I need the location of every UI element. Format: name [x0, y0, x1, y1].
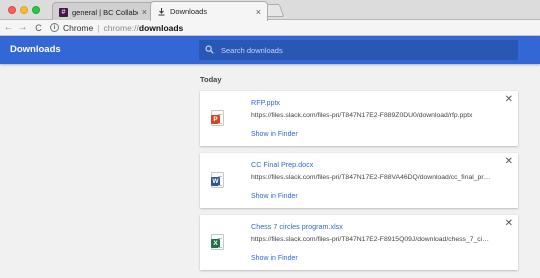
zoom-window-button[interactable]	[32, 6, 40, 14]
search-input[interactable]	[221, 45, 501, 55]
remove-download-icon[interactable]: ✕	[505, 156, 513, 167]
date-section-label: Today	[200, 75, 222, 84]
file-url: https://files.slack.com/files-pri/T847N1…	[251, 236, 491, 243]
tab-title: Downloads	[170, 7, 208, 16]
page-info-icon[interactable]: i	[50, 23, 59, 32]
search-icon	[205, 44, 219, 56]
minimize-window-button[interactable]	[20, 6, 28, 14]
close-icon[interactable]: ×	[256, 7, 261, 17]
excel-file-icon: X	[211, 234, 224, 250]
url-scheme: chrome://	[103, 22, 139, 33]
download-card: X Chess 7 circles program.xlsx https://f…	[200, 215, 518, 270]
tab-title: general | BC Collaborative Cor	[72, 7, 138, 17]
forward-arrow-icon[interactable]: →	[17, 22, 28, 33]
file-url: https://files.slack.com/files-pri/T847N1…	[251, 174, 491, 181]
tab-downloads[interactable]: Downloads ×	[150, 1, 268, 21]
browser-toolbar: ← → C i Chrome | chrome:// downloads	[0, 20, 540, 36]
file-name-link[interactable]: CC Final Prep.docx	[251, 160, 313, 169]
close-icon[interactable]: ×	[142, 7, 147, 17]
address-bar[interactable]: i Chrome | chrome:// downloads	[50, 23, 183, 33]
tab-slack-general[interactable]: # general | BC Collaborative Cor ×	[52, 2, 154, 21]
file-url: https://files.slack.com/files-pri/T847N1…	[251, 112, 473, 119]
downloads-header: Downloads	[0, 36, 540, 64]
slack-icon: #	[59, 7, 68, 17]
show-in-finder-link[interactable]: Show in Finder	[251, 193, 298, 200]
remove-download-icon[interactable]: ✕	[505, 218, 513, 229]
back-arrow-icon[interactable]: ←	[3, 22, 14, 33]
tab-strip: # general | BC Collaborative Cor × Downl…	[0, 0, 540, 21]
show-in-finder-link[interactable]: Show in Finder	[251, 131, 298, 138]
origin-chip: Chrome	[63, 22, 94, 33]
remove-download-icon[interactable]: ✕	[505, 94, 513, 105]
download-card: P RFP.pptx https://files.slack.com/files…	[200, 91, 518, 146]
close-window-button[interactable]	[8, 6, 16, 14]
url-host: downloads	[138, 22, 184, 33]
separator: |	[97, 22, 100, 33]
word-file-icon: W	[211, 172, 224, 188]
search-box[interactable]	[199, 40, 518, 60]
file-name-link[interactable]: Chess 7 circles program.xlsx	[251, 222, 343, 231]
page-title: Downloads	[10, 44, 61, 55]
download-icon	[157, 7, 166, 16]
file-name-link[interactable]: RFP.pptx	[251, 98, 280, 107]
show-in-finder-link[interactable]: Show in Finder	[251, 255, 298, 262]
powerpoint-file-icon: P	[211, 110, 224, 126]
reload-icon[interactable]: C	[33, 23, 44, 33]
download-card: W CC Final Prep.docx https://files.slack…	[200, 153, 518, 208]
